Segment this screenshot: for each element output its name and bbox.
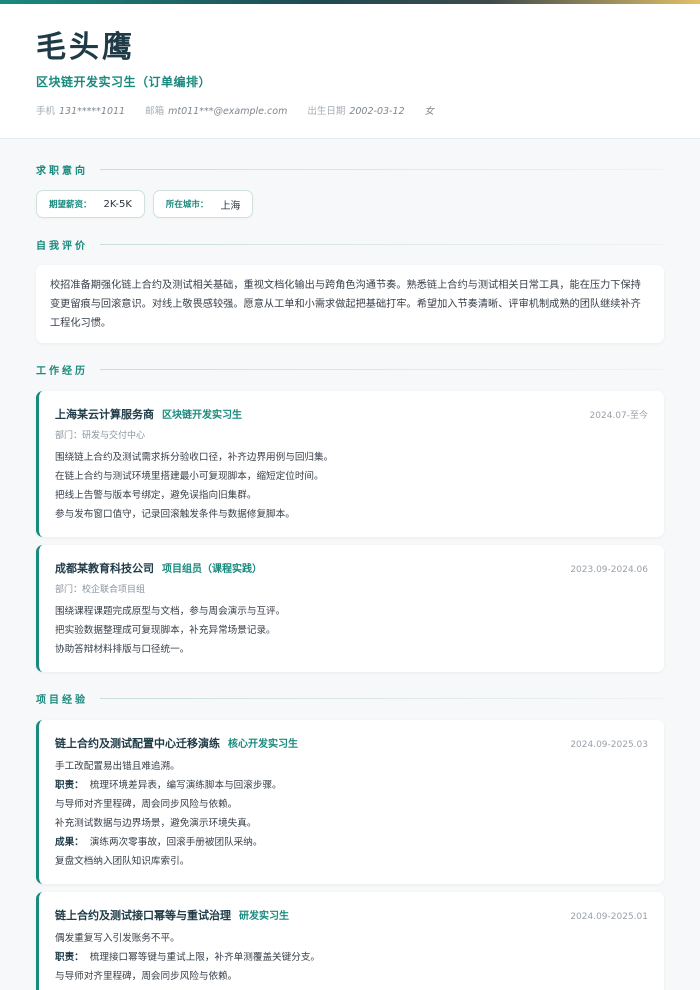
chip-city: 所在城市： 上海 — [152, 190, 254, 218]
project-bullet: 补充测试数据与边界场景，避免演示环境失真。 — [55, 818, 257, 829]
chip-label: 期望薪资： — [49, 200, 92, 210]
section-title-text: 自我评价 — [36, 240, 88, 252]
work-bullets: 围绕课程课题完成原型与文档，参与周会演示与互评。 把实验数据整理成可复现脚本，补… — [55, 602, 648, 659]
project-duty: 职责： 梳理环境差异表，编写演练脚本与回滚步骤。 — [55, 776, 648, 795]
section-title-work: 工作经历 — [36, 362, 664, 377]
work-dept: 部门：研发与交付中心 — [55, 431, 146, 441]
summary-card: 校招准备期强化链上合约及测试相关基础，重视文档化输出与跨角色沟通节奏。熟悉链上合… — [36, 265, 664, 343]
project-role: 研发实习生 — [239, 911, 289, 922]
section-title-text: 求职意向 — [36, 165, 88, 177]
section-title-projects: 项目经验 — [36, 691, 664, 706]
project-bullets: 职责： 梳理环境差异表，编写演练脚本与回滚步骤。 与导师对齐里程碑，周会同步风险与… — [55, 776, 648, 871]
work-bullet: 围绕链上合约及测试需求拆分验收口径，补齐边界用例与回归集。 — [55, 452, 334, 463]
project-bullet: 与导师对齐里程碑，周会同步风险与依赖。 — [55, 799, 238, 810]
project-bullets: 职责： 梳理接口幂等键与重试上限，补齐单测覆盖关键分支。 与导师对齐里程碑，周会同… — [55, 948, 648, 986]
result-label: 成果： — [55, 837, 84, 848]
section-divider — [100, 368, 664, 370]
project-bullet: 与导师对齐里程碑，周会同步风险与依赖。 — [55, 971, 238, 982]
work-item: 上海某云计算服务商 区块链开发实习生 2024.07-至今 部门：研发与交付中心 … — [36, 391, 664, 537]
project-date: 2024.09-2025.03 — [570, 740, 648, 750]
work-item-head: 上海某云计算服务商 区块链开发实习生 2024.07-至今 — [55, 403, 648, 422]
resume-header: 毛头鹰 区块链开发实习生（订单编排） 手机 131*****1011 邮箱 mt01… — [0, 4, 700, 139]
chip-value: 2K-5K — [103, 198, 132, 210]
work-bullet: 把实验数据整理成可复现脚本，补充异常场景记录。 — [55, 625, 276, 636]
project-role: 核心开发实习生 — [228, 739, 298, 750]
company-name: 上海某云计算服务商 — [55, 408, 154, 421]
section-divider — [100, 243, 664, 245]
meta-value: 女 — [424, 106, 435, 117]
project-background: 手工改配置易出错且难追溯。 — [55, 761, 180, 772]
section-title-text: 项目经验 — [36, 694, 88, 706]
section-divider — [100, 168, 664, 170]
work-bullet: 把线上告警与版本号绑定，避免误指向旧集群。 — [55, 490, 257, 501]
project-item: 链上合约及测试配置中心迁移演练 核心开发实习生 2024.09-2025.03 手… — [36, 720, 664, 884]
work-bullet: 参与发布窗口值守，记录回滚触发条件与数据修复脚本。 — [55, 509, 295, 520]
candidate-role: 区块链开发实习生（订单编排） — [36, 75, 212, 89]
section-title-text: 工作经历 — [36, 365, 88, 377]
section-title-summary: 自我评价 — [36, 237, 664, 252]
work-role: 项目组员（课程实践） — [162, 564, 262, 575]
result-text: 演练两次零事故，回滚手册被团队采纳。 — [89, 837, 263, 848]
work-date: 2024.07-至今 — [589, 411, 648, 421]
work-bullet: 协助答辩材料排版与口径统一。 — [55, 644, 190, 655]
project-date: 2024.09-2025.01 — [570, 912, 648, 922]
meta-email: 邮箱 mt011***@example.com — [145, 106, 287, 118]
project-item-head: 链上合约及测试接口幂等与重试治理 研发实习生 2024.09-2025.01 — [55, 904, 648, 923]
work-role: 区块链开发实习生 — [162, 410, 242, 421]
meta-label: 邮箱 — [145, 106, 165, 117]
project-item-head: 链上合约及测试配置中心迁移演练 核心开发实习生 2024.09-2025.03 — [55, 732, 648, 751]
project-duty: 职责： 梳理接口幂等键与重试上限，补齐单测覆盖关键分支。 — [55, 948, 648, 967]
company-name: 成都某教育科技公司 — [55, 562, 154, 575]
project-item: 链上合约及测试接口幂等与重试治理 研发实习生 2024.09-2025.01 偶发… — [36, 892, 664, 990]
resume-body: 求职意向 期望薪资： 2K-5K 所在城市： 上海 自我评价 校招准备期强化链上合约… — [0, 162, 700, 990]
meta-gender: 女 — [425, 106, 435, 118]
meta-value: 131*****1011 — [59, 106, 126, 117]
project-bullet: 复盘文档纳入团队知识库索引。 — [55, 856, 190, 867]
meta-label: 手机 — [36, 106, 56, 117]
section-divider — [100, 697, 664, 699]
project-name: 链上合约及测试接口幂等与重试治理 — [55, 909, 231, 922]
duty-label: 职责： — [55, 952, 84, 963]
work-bullet: 在链上合约与测试环境里搭建最小可复现脚本，缩短定位时间。 — [55, 471, 324, 482]
project-name: 链上合约及测试配置中心迁移演练 — [55, 737, 220, 750]
chip-salary: 期望薪资： 2K-5K — [36, 190, 145, 218]
meta-phone: 手机 131*****1011 — [36, 106, 125, 118]
work-item: 成都某教育科技公司 项目组员（课程实践） 2023.09-2024.06 部门：校… — [36, 545, 664, 672]
work-bullets: 围绕链上合约及测试需求拆分验收口径，补齐边界用例与回归集。 在链上合约与测试环境… — [55, 448, 648, 524]
chip-label: 所在城市： — [165, 200, 209, 210]
candidate-name: 毛头鹰 — [36, 30, 135, 65]
chip-value: 上海 — [220, 200, 241, 212]
intent-chips: 期望薪资： 2K-5K 所在城市： 上海 — [36, 190, 664, 218]
duty-text: 梳理环境差异表，编写演练脚本与回滚步骤。 — [89, 780, 282, 791]
duty-text: 梳理接口幂等键与重试上限，补齐单测覆盖关键分支。 — [89, 952, 321, 963]
meta-label: 出生日期 — [307, 106, 346, 117]
work-dept: 部门：校企联合项目组 — [55, 585, 146, 595]
duty-label: 职责： — [55, 780, 84, 791]
work-item-head: 成都某教育科技公司 项目组员（课程实践） 2023.09-2024.06 — [55, 557, 648, 576]
meta-value: mt011***@example.com — [168, 106, 288, 117]
section-title-intent: 求职意向 — [36, 162, 664, 177]
meta-birthdate: 出生日期 2002-03-12 — [307, 106, 404, 118]
work-bullet: 围绕课程课题完成原型与文档，参与周会演示与互评。 — [55, 606, 286, 617]
work-date: 2023.09-2024.06 — [570, 565, 648, 575]
contact-meta: 手机 131*****1011 邮箱 mt011***@example.com 出生… — [36, 106, 664, 118]
project-background: 偶发重复写入引发账务不平。 — [55, 933, 180, 944]
project-result: 成果： 演练两次零事故，回滚手册被团队采纳。 — [55, 833, 648, 852]
meta-value: 2002-03-12 — [349, 106, 405, 117]
